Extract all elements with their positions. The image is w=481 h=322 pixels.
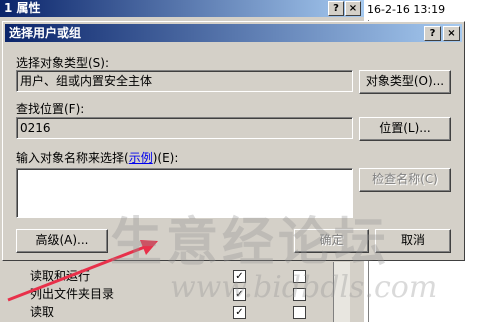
watermark-text: 生意经论坛 xyxy=(110,212,391,273)
watermark-url: www.bidbdls.com xyxy=(170,270,438,305)
